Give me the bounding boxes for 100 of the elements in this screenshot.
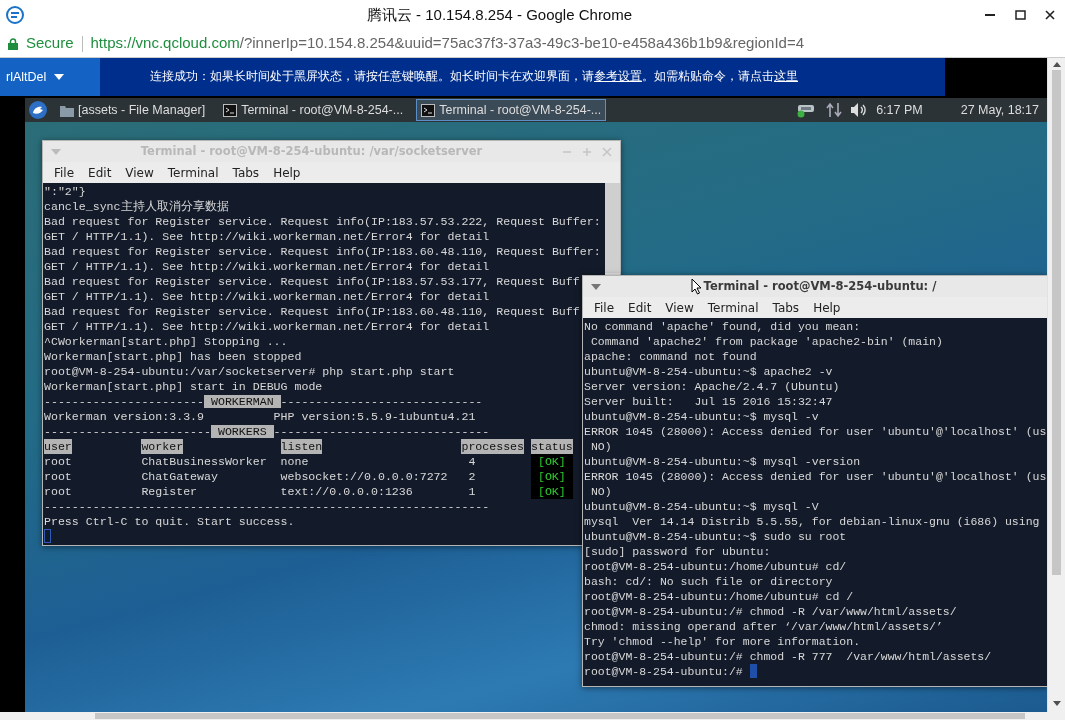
ctrl-alt-del-menu[interactable]: rlAltDel	[0, 58, 100, 96]
menu-item[interactable]: Terminal	[700, 298, 766, 317]
scrollbar-thumb[interactable]	[95, 713, 1025, 719]
table-cell-text: 1	[467, 484, 476, 499]
terminal-line: ^CWorkerman[start.php] Stopping ...	[44, 334, 288, 349]
terminal-line: Try 'chmod --help' for more information.	[584, 634, 861, 649]
address-field[interactable]: https://vnc.qcloud.com/?innerIp=10.154.8.254&uuid=75ac37f3-37a3-49c3-be10-e458a436b1b9&regionId=4	[90, 32, 804, 55]
status-text: [OK]	[531, 484, 573, 499]
menu-item[interactable]: File	[587, 298, 622, 317]
terminal-icon	[421, 103, 436, 117]
table-cell: root	[44, 454, 72, 469]
mouse-pointer-icon	[690, 277, 702, 295]
terminal-line: Bad request for Register service. Request info(IP:183.57.53.177, Request Buff	[44, 274, 580, 289]
scroll-down-icon[interactable]	[1052, 701, 1061, 706]
table-cell: ChatGateway	[141, 469, 218, 484]
table-cell: root	[44, 469, 72, 484]
taskbar-item[interactable]: [assets - File Manager]	[55, 99, 211, 121]
column-header: user	[44, 439, 72, 454]
lock-icon	[8, 37, 18, 50]
clock-date[interactable]: 27 May, 18:17	[960, 100, 1039, 120]
notice-link[interactable]: 参考设置	[594, 70, 642, 83]
transfer-arrows-icon[interactable]	[826, 102, 843, 118]
separator-dashes: -------------------------------	[273, 425, 490, 438]
app-menu-icon[interactable]	[29, 101, 47, 119]
terminal-line: ubuntu@VM-8-254-ubuntu:~$ mysql -v	[584, 409, 819, 424]
connection-notice: 连接成功：如果长时间处于黑屏状态，请按任意键唤醒。如长时间卡在欢迎界面，请参考设置。如需粘贴命令，请点击这里	[149, 69, 798, 85]
terminal-line: ubuntu@VM-8-254-ubuntu:~$ apache2 -v	[584, 364, 833, 379]
separator-dashes: -----------------------------	[280, 395, 483, 408]
terminal-line: Server version: Apache/2.4.7 (Ubuntu)	[584, 379, 840, 394]
minimize-icon	[985, 14, 995, 16]
terminal-line: NO)	[589, 484, 612, 499]
taskbar-item[interactable]: Terminal - root@VM-8-254-...	[218, 99, 409, 121]
menu-item[interactable]: Help	[266, 163, 308, 182]
taskbar-item[interactable]: Terminal - root@VM-8-254-...	[416, 99, 607, 121]
terminal-line: root@VM-8-254-ubuntu:/#	[584, 665, 743, 678]
terminal-line: Press Ctrl-C to quit. Start success.	[44, 514, 295, 529]
menu-item[interactable]: Tabs	[765, 298, 807, 317]
terminal-line: ERROR 1045 (28000): Access denied for user 'ubuntu'@'localhost' (us	[584, 469, 1047, 484]
horizontal-scrollbar[interactable]	[0, 712, 1047, 720]
separator-dashes: -----------------------	[44, 395, 205, 408]
menu-item[interactable]: File	[47, 163, 82, 182]
terminal-line: ":"2"}	[44, 184, 86, 199]
folder-icon	[60, 103, 74, 117]
terminal-line: mysql Ver 14.14 Distrib 5.5.55, for debian-linux-gnu (i686) using	[584, 514, 1040, 529]
terminal-line: Workerman[start.php] has been stopped	[44, 349, 302, 364]
table-cell: websocket://0.0.0.0:7272	[280, 469, 448, 484]
terminal-line: Command 'apache2' from package 'apache2-bin' (main)	[589, 334, 943, 349]
terminal-line: root@VM-8-254-ubuntu:/home/ubuntu# cd/	[584, 559, 847, 574]
terminal-line: root@VM-8-254-ubuntu:/var/socketserver# php start.php start	[44, 364, 455, 379]
terminal-line: root@VM-8-254-ubuntu:/# chmod -R /var/www/html/assets/	[584, 604, 957, 619]
table-cell-text: 2	[467, 469, 476, 484]
terminal-line: root@VM-8-254-ubuntu:/home/ubuntu# cd /	[584, 589, 854, 604]
menu-item[interactable]: View	[658, 298, 701, 317]
menu-item[interactable]: Edit	[81, 163, 119, 182]
terminal-line: Bad request for Register service. Request info(IP:183.60.48.110, Request Buff	[44, 304, 580, 319]
terminal-line: apache: command not found	[584, 349, 757, 364]
column-header: listen	[280, 439, 323, 454]
table-cell: ChatBusinessWorker	[141, 454, 267, 469]
caret-icon	[54, 74, 65, 80]
menu-item[interactable]: Edit	[621, 298, 659, 317]
speaker-icon[interactable]	[850, 102, 869, 118]
terminal-line: ERROR 1045 (28000): Access denied for user 'ubuntu'@'localhost' (us	[584, 424, 1047, 439]
table-cell: text://0.0.0.0:1236	[280, 484, 413, 499]
url-host: https://vnc.qcloud.com	[90, 33, 240, 54]
terminal-line: root@VM-8-254-ubuntu:/# chmod -R 777 /var/www/html/assets/	[584, 649, 992, 664]
notice-link[interactable]: 这里	[774, 70, 798, 83]
security-label: Secure	[26, 33, 74, 54]
terminal-line: Bad request for Register service. Request info(IP:183.57.53.222, Request Buffer:	[44, 214, 601, 229]
terminal-line: chmod: missing operand after ‘/var/www/html/assets/’	[584, 619, 943, 634]
table-cell: none	[280, 454, 309, 469]
menu-item[interactable]: Terminal	[160, 163, 226, 182]
terminal-line: Bad request for Register service. Request info(IP:183.60.48.110, Request Buffer:	[44, 244, 601, 259]
window-title: Terminal - root@VM-8-254-ubuntu: /	[703, 278, 937, 293]
terminal-line: cancle_sync主持人取消分享数据	[44, 199, 229, 214]
table-cell-text: 4	[467, 454, 476, 469]
terminal-line: [sudo] password for ubuntu:	[584, 544, 771, 559]
terminal-line: Server built: Jul 15 2016 15:32:47	[584, 394, 833, 409]
terminal-line: ubuntu@VM-8-254-ubuntu:~$ mysql -V	[584, 499, 819, 514]
status-text: [OK]	[531, 469, 573, 484]
terminal-line: GET / HTTP/1.1). See http://wiki.workerman.net/Error4 for detail	[44, 259, 490, 274]
section-label: WORKERMAN	[204, 395, 281, 408]
url-query: /?innerIp=10.154.8.254&uuid=75ac37f3-37a3-49c3-be10-e458a436b1b9&regionId=4	[239, 33, 804, 54]
terminal-scrollbar[interactable]	[605, 183, 620, 273]
terminal-line: GET / HTTP/1.1). See http://wiki.workerman.net/Error4 for detail	[44, 319, 490, 334]
table-cell: root	[44, 484, 72, 499]
menu-item[interactable]: View	[118, 163, 161, 182]
column-header: processes	[461, 439, 525, 454]
close-icon	[1045, 10, 1055, 20]
browser-logo-icon	[6, 6, 24, 24]
scroll-up-icon[interactable]	[1052, 62, 1061, 67]
vertical-scrollbar[interactable]	[1047, 58, 1065, 712]
menu-item[interactable]: Help	[806, 298, 848, 317]
menu-item[interactable]: Tabs	[225, 163, 267, 182]
table-cell: Register	[141, 484, 198, 499]
clock-time[interactable]: 6:17 PM	[876, 100, 923, 120]
status-text: [OK]	[531, 454, 573, 469]
column-header: worker	[141, 439, 184, 454]
terminal-line: bash: cd/: No such file or directory	[584, 574, 833, 589]
scrollbar-thumb[interactable]	[1052, 70, 1061, 575]
dropdown-arrow-icon[interactable]	[591, 283, 601, 290]
